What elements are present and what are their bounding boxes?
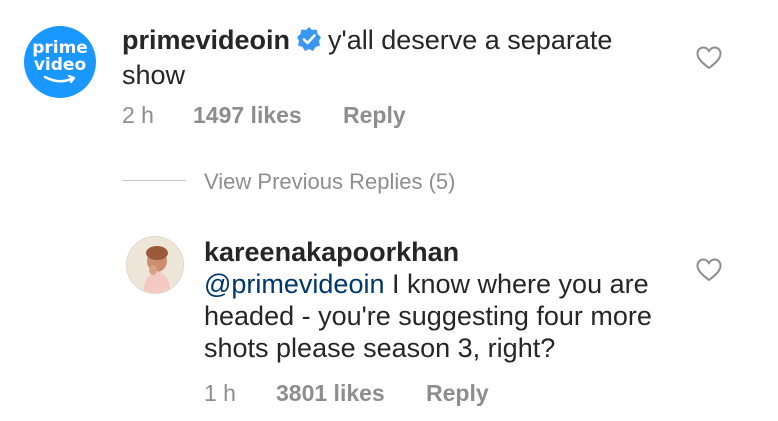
comment-time: 2 h [122,102,154,128]
likes-count[interactable]: 1497 likes [193,102,302,128]
reply-button[interactable]: Reply [343,102,406,128]
comment-text: y'all deserve a separate [328,25,613,55]
comment-time: 1 h [204,380,236,406]
view-previous-replies-button[interactable]: View Previous Replies (5) [204,169,455,195]
reply-button[interactable]: Reply [426,380,489,406]
comment-text-line2: headed - you're suggesting four more [204,301,652,331]
heart-outline-icon[interactable] [696,46,722,70]
comment-meta-primevideo: 2 h [122,102,154,129]
comment-text-line2: show [122,60,186,90]
comment-body-primevideo: primevideoin y'all deserve a separate sh… [122,24,612,91]
mention-link[interactable]: @primevideoin [204,269,384,299]
amazon-smile-icon [43,74,76,83]
username-kareenakapoorkhan[interactable]: kareenakapoorkhan [204,237,459,267]
comment-body-kareena: kareenakapoorkhan @primevideoin I know w… [204,236,652,364]
comment-text-line1: I know where you are [384,269,649,299]
avatar-text-line2: video [33,54,87,75]
username-primevideoin[interactable]: primevideoin [122,25,290,55]
avatar-kareenakapoorkhan[interactable] [126,236,184,294]
comment-meta-kareena: 1 h [204,380,236,407]
comment-text-line3: shots please season 3, right? [204,333,556,363]
verified-badge-icon [296,26,322,59]
heart-outline-icon[interactable] [696,258,722,282]
avatar-primevideo[interactable]: prime video [24,26,96,98]
profile-photo [127,237,183,293]
thread-divider [122,180,186,181]
likes-count[interactable]: 3801 likes [276,380,385,406]
avatar-text-line1: prime [32,37,88,58]
